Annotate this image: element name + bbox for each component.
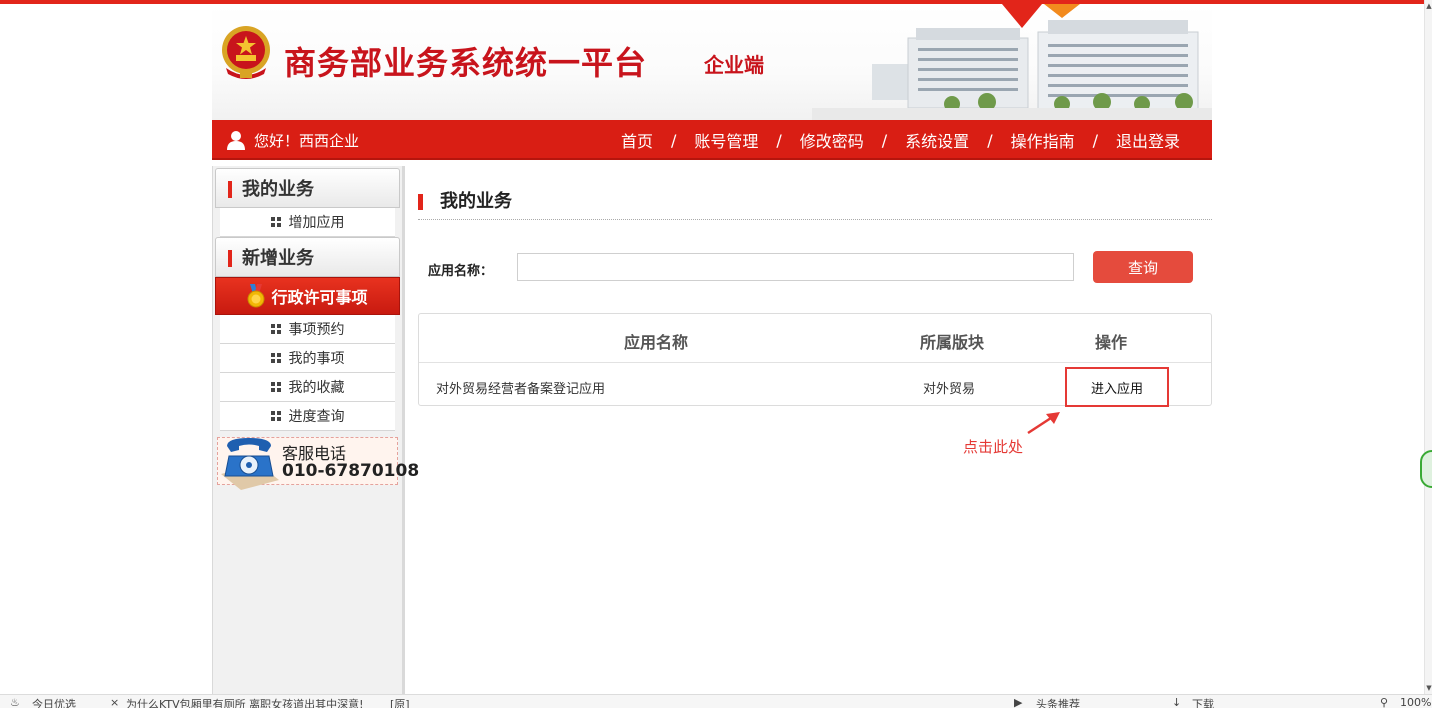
- customer-service-box: 客服电话 010-67870108: [217, 437, 419, 490]
- status-news-tag: [原]: [390, 698, 410, 708]
- sidebar-item-my-matters[interactable]: 我的事项: [220, 344, 395, 373]
- grid-dots-icon: [270, 217, 281, 227]
- main-content: 我的业务 应用名称： 查询 应用名称 所属版块 操作 对外贸易经营者备案登记应用…: [418, 186, 1212, 407]
- close-icon[interactable]: ×: [110, 696, 119, 708]
- sidebar-item-label: 进度查询: [288, 409, 345, 425]
- nav-separator: /: [881, 130, 888, 150]
- grid-dots-icon: [270, 324, 281, 334]
- sidebar-section-new-business[interactable]: 新增业务: [215, 237, 400, 277]
- user-icon: [227, 131, 245, 150]
- nav-operation-guide[interactable]: 操作指南: [1011, 128, 1075, 152]
- nav-change-password[interactable]: 修改密码: [800, 128, 864, 152]
- column-header-app-name: 应用名称: [624, 333, 689, 352]
- cell-section: 对外贸易: [923, 382, 976, 397]
- app-name-search-input[interactable]: [517, 253, 1074, 281]
- table-header: 应用名称 所属版块 操作: [419, 314, 1211, 363]
- sidebar-item-label: 增加应用: [288, 215, 345, 231]
- annotation-text: 点击此处: [963, 438, 1024, 456]
- grid-dots-icon: [270, 382, 281, 392]
- national-emblem-icon: [222, 26, 270, 79]
- status-news-headline[interactable]: 为什么KTV包厢里有厕所 离职女孩道出其中深意!: [126, 696, 364, 708]
- status-zoom[interactable]: 100%: [1400, 696, 1431, 708]
- sidebar-item-progress-query[interactable]: 进度查询: [220, 402, 395, 431]
- scroll-down-icon[interactable]: ▼: [1425, 684, 1432, 692]
- sidebar-item-appointment[interactable]: 事项预约: [220, 315, 395, 344]
- medal-icon: [247, 284, 265, 308]
- scroll-up-icon[interactable]: ▲: [1425, 2, 1432, 10]
- sidebar: 我的业务 增加应用 新增业务 行政许可事项 事项预约 我的事项 我的收藏 进度查…: [212, 166, 419, 694]
- nav-system-settings[interactable]: 系统设置: [905, 128, 969, 152]
- cell-app-name: 对外贸易经营者备案登记应用: [436, 382, 606, 397]
- grid-dots-icon: [270, 411, 281, 421]
- annotation-arrow-icon: [1027, 412, 1060, 435]
- search-button[interactable]: 查询: [1093, 251, 1193, 283]
- sidebar-item-my-favorites[interactable]: 我的收藏: [220, 373, 395, 402]
- active-item-label: 行政许可事项: [271, 288, 368, 307]
- floating-side-button[interactable]: [1420, 450, 1432, 488]
- nav-separator: /: [776, 130, 782, 150]
- telephone-icon: [221, 438, 279, 490]
- top-navbar: 您好！西西企业 首页 / 账号管理 / 修改密码 / 系统设置 / 操作指南 /…: [212, 120, 1212, 160]
- user-greeting: 您好！西西企业: [226, 120, 359, 160]
- site-subtitle: 企业端: [704, 53, 764, 77]
- status-download[interactable]: 下载: [1192, 696, 1214, 708]
- sidebar-item-administrative-license[interactable]: 行政许可事项: [215, 277, 400, 315]
- search-label: 应用名称：: [428, 264, 494, 279]
- ministry-building-image: [812, 4, 1212, 120]
- nav-logout[interactable]: 退出登录: [1116, 128, 1180, 152]
- play-icon: ▶: [1014, 696, 1023, 708]
- sidebar-item-label: 我的收藏: [288, 380, 345, 396]
- status-headline-recommend[interactable]: 头条推荐: [1036, 696, 1080, 708]
- vertical-scrollbar[interactable]: ▲ ▼: [1424, 0, 1432, 694]
- column-header-section: 所属版块: [920, 333, 985, 352]
- browser-status-bar: ♨ 今日优选 × 为什么KTV包厢里有厕所 离职女孩道出其中深意! [原] ▶ …: [0, 694, 1432, 708]
- phone-number: 010-67870108: [282, 461, 420, 481]
- nav-home[interactable]: 首页: [621, 128, 653, 152]
- search-row: 应用名称： 查询: [418, 251, 1212, 283]
- column-header-action: 操作: [1095, 333, 1128, 352]
- sidebar-item-label: 我的事项: [288, 351, 345, 367]
- nav-links: 首页 / 账号管理 / 修改密码 / 系统设置 / 操作指南 / 退出登录: [621, 120, 1180, 160]
- nav-separator: /: [987, 130, 993, 150]
- applications-table: 应用名称 所属版块 操作 对外贸易经营者备案登记应用 对外贸易 进入应用: [418, 313, 1212, 407]
- status-today-picks[interactable]: 今日优选: [32, 696, 76, 708]
- cake-icon: ♨: [10, 696, 20, 708]
- enter-application-link[interactable]: 进入应用: [1065, 367, 1169, 407]
- grid-dots-icon: [270, 353, 281, 363]
- nav-separator: /: [1092, 130, 1098, 150]
- nav-separator: /: [670, 130, 677, 150]
- download-icon: ↓: [1172, 696, 1182, 708]
- zoom-icon: ⚲: [1380, 696, 1389, 708]
- sidebar-item-label: 事项预约: [288, 322, 345, 338]
- sidebar-section-my-business[interactable]: 我的业务: [215, 168, 400, 208]
- greeting-text: 您好！西西企业: [254, 131, 360, 150]
- site-title: 商务部业务系统统一平台: [284, 44, 648, 82]
- nav-account-management[interactable]: 账号管理: [694, 128, 758, 152]
- site-header: 商务部业务系统统一平台 企业端: [212, 4, 1212, 120]
- sidebar-item-add-application[interactable]: 增加应用: [220, 208, 395, 237]
- page-title: 我的业务: [418, 186, 1212, 220]
